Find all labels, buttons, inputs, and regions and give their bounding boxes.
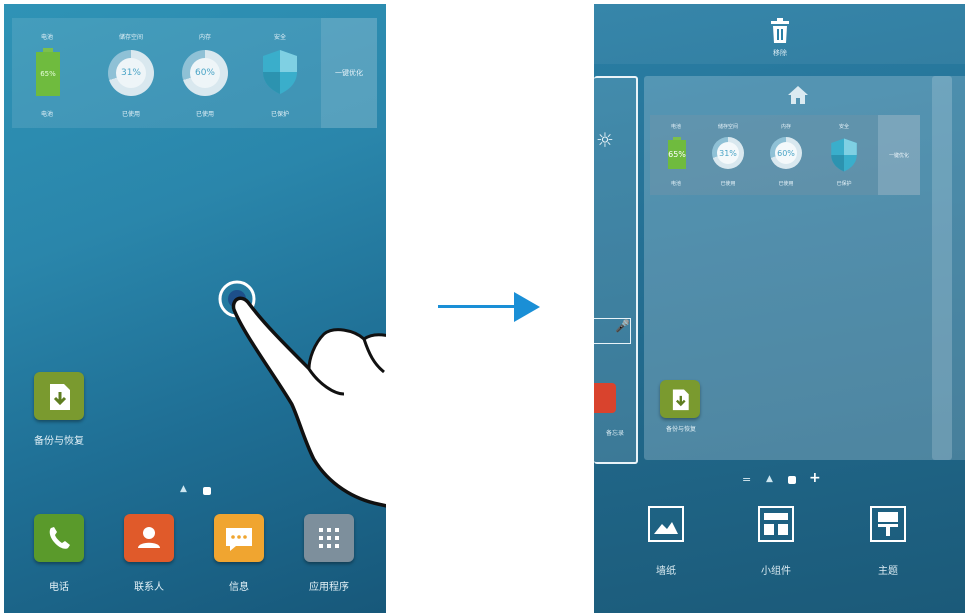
backup-restore-app[interactable] bbox=[34, 372, 84, 420]
battery-widget-item-mini: 电池 65% 电池 bbox=[650, 115, 702, 195]
ram-widget-item-mini: 内存 60% 已使用 bbox=[760, 115, 812, 195]
trash-icon bbox=[771, 18, 789, 43]
page-indicator-current-mini[interactable] bbox=[788, 476, 796, 484]
battery-icon-mini: 65% bbox=[668, 137, 686, 169]
storage-widget-item[interactable]: 储存空间 31% 已使用 bbox=[96, 18, 166, 128]
themes-option[interactable]: 主题 bbox=[862, 506, 914, 577]
themes-label: 主题 bbox=[878, 566, 898, 577]
wallpaper-icon bbox=[648, 506, 684, 542]
phone-icon bbox=[49, 527, 70, 549]
voice-search-icon: 🎤 bbox=[594, 318, 631, 344]
security-widget-item-mini: 安全 已保护 bbox=[818, 115, 870, 195]
ram-sub: 已使用 bbox=[195, 111, 214, 118]
ram-caption-mini: 内存 bbox=[780, 124, 791, 130]
phone-app[interactable] bbox=[34, 514, 84, 562]
ram-sub-mini: 已使用 bbox=[778, 181, 794, 187]
home-screen-left: 电池 65% 电池 储存空间 31% 已使用 内存 60% 已使用 安全 已保护 bbox=[4, 4, 386, 613]
battery-sub: 电池 bbox=[40, 111, 53, 118]
contacts-label: 联系人 bbox=[134, 582, 164, 593]
apps-button[interactable] bbox=[304, 514, 354, 562]
ram-value: 60% bbox=[190, 58, 220, 88]
contacts-app[interactable] bbox=[124, 514, 174, 562]
ram-widget-item[interactable]: 内存 60% 已使用 bbox=[170, 18, 240, 128]
storage-value: 31% bbox=[116, 58, 146, 88]
message-icon bbox=[226, 528, 252, 551]
widgets-option[interactable]: 小组件 bbox=[750, 506, 802, 577]
battery-caption: 电池 bbox=[40, 34, 53, 41]
ram-gauge-mini: 60% bbox=[770, 137, 802, 169]
security-caption-mini: 安全 bbox=[838, 124, 849, 130]
phone-label: 电话 bbox=[49, 582, 69, 593]
page-indicator-current[interactable] bbox=[203, 487, 211, 495]
transition-arrow-line bbox=[438, 305, 516, 308]
backup-restore-label-mini: 备份与恢复 bbox=[665, 426, 696, 433]
storage-value-mini: 31% bbox=[717, 142, 739, 164]
reorder-pages-icon[interactable]: = bbox=[742, 473, 751, 486]
apps-grid-icon bbox=[319, 528, 339, 548]
smart-manager-widget-mini[interactable]: 电池 65% 电池 储存空间 31% 已使用 内存 60% 已使用 安全 已保护 bbox=[650, 115, 920, 195]
shield-icon bbox=[263, 50, 297, 94]
storage-gauge-mini: 31% bbox=[712, 137, 744, 169]
ram-value-mini: 60% bbox=[775, 142, 797, 164]
apps-label: 应用程序 bbox=[309, 582, 349, 593]
shield-icon-mini bbox=[831, 138, 857, 172]
add-page-icon[interactable]: + bbox=[809, 470, 821, 486]
next-page-panel[interactable] bbox=[932, 76, 965, 460]
battery-caption-mini: 电池 bbox=[670, 124, 681, 130]
messages-app[interactable] bbox=[214, 514, 264, 562]
battery-sub-mini: 电池 bbox=[670, 181, 681, 187]
backup-restore-label: 备份与恢复 bbox=[34, 436, 84, 447]
remove-drop-zone[interactable]: 移除 bbox=[594, 4, 965, 64]
security-caption: 安全 bbox=[273, 34, 286, 41]
prev-page-panel[interactable]: ☼ 🎤 备忘录 bbox=[594, 76, 638, 464]
one-tap-optimize-button-mini: 一键优化 bbox=[878, 115, 920, 195]
storage-caption-mini: 储存空间 bbox=[717, 124, 738, 130]
storage-gauge: 31% bbox=[108, 50, 154, 96]
widgets-icon bbox=[758, 506, 794, 542]
security-sub-mini: 已保护 bbox=[836, 181, 852, 187]
wallpapers-option[interactable]: 墙纸 bbox=[640, 506, 692, 577]
remove-label: 移除 bbox=[773, 49, 787, 57]
storage-widget-item-mini: 储存空间 31% 已使用 bbox=[702, 115, 754, 195]
ram-caption: 内存 bbox=[198, 34, 211, 41]
smart-manager-widget[interactable]: 电池 65% 电池 储存空间 31% 已使用 内存 60% 已使用 安全 已保护 bbox=[12, 18, 377, 128]
download-icon bbox=[50, 384, 70, 410]
home-edit-screen: 移除 ☼ 🎤 备忘录 电池 65% 电池 储存空间 31% 已使用 内存 60% bbox=[594, 4, 965, 613]
storage-sub: 已使用 bbox=[121, 111, 140, 118]
weather-sun-icon: ☼ bbox=[596, 128, 614, 152]
battery-value: 65% bbox=[36, 52, 60, 96]
backup-restore-app-mini[interactable] bbox=[660, 380, 700, 418]
wallpapers-label: 墙纸 bbox=[656, 566, 676, 577]
widgets-label: 小组件 bbox=[761, 566, 791, 577]
contact-icon bbox=[138, 527, 160, 548]
security-widget-item[interactable]: 安全 已保护 bbox=[245, 18, 315, 128]
memo-app-icon bbox=[594, 383, 616, 413]
storage-caption: 储存空间 bbox=[118, 34, 143, 41]
themes-icon bbox=[870, 506, 906, 542]
battery-icon: 65% bbox=[36, 48, 60, 96]
memo-app-label: 备忘录 bbox=[605, 430, 624, 437]
download-icon-mini bbox=[672, 389, 689, 411]
battery-value-mini: 65% bbox=[668, 140, 686, 169]
home-icon[interactable] bbox=[786, 84, 810, 106]
one-tap-optimize-button[interactable]: 一键优化 bbox=[321, 18, 377, 128]
home-indicator-icon-mini[interactable]: ▲ bbox=[766, 474, 773, 484]
messages-label: 信息 bbox=[229, 582, 249, 593]
storage-sub-mini: 已使用 bbox=[720, 181, 736, 187]
home-indicator-icon: ▲ bbox=[180, 484, 187, 494]
security-sub: 已保护 bbox=[270, 111, 289, 118]
transition-arrow-icon bbox=[514, 292, 540, 322]
battery-widget-item[interactable]: 电池 65% 电池 bbox=[12, 18, 82, 128]
ram-gauge: 60% bbox=[182, 50, 228, 96]
